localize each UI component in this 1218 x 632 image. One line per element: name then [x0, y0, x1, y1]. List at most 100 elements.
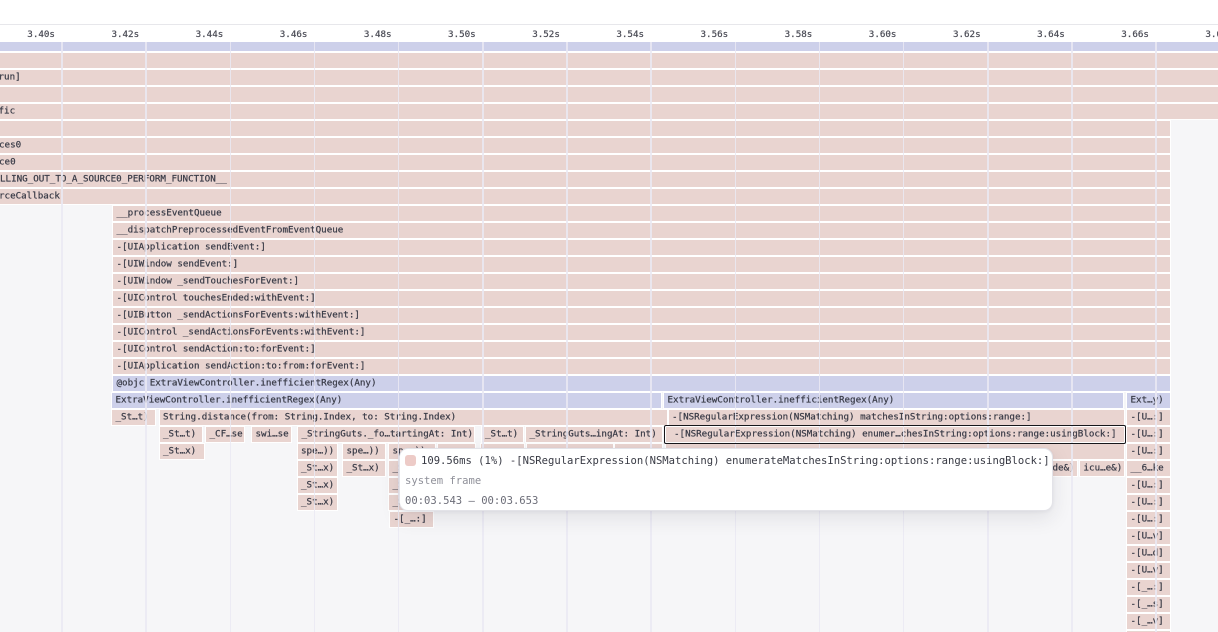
- flame-block[interactable]: -[U…:]: [1127, 427, 1170, 442]
- flame-block[interactable]: -[UIWindow _sendTouchesForEvent:]: [113, 274, 1170, 289]
- time-tick-label: 3.52s: [532, 29, 560, 41]
- flame-block-label: _St…x): [347, 463, 380, 474]
- time-tick-label: 3.54s: [616, 29, 644, 41]
- flame-block[interactable]: -[_…s]: [1127, 597, 1170, 612]
- flame-block-label: -[_…:]: [1131, 582, 1164, 593]
- flame-block[interactable]: -[_…:]: [1127, 580, 1170, 595]
- flame-block-label: _St…x): [163, 446, 196, 457]
- flame-block-label: -[_…v]: [1131, 616, 1164, 627]
- flame-block[interactable]: run]: [0, 70, 1218, 85]
- flame-block[interactable]: rceCallback: [0, 189, 1170, 204]
- flame-block[interactable]: [0, 42, 1218, 51]
- flame-block[interactable]: -[UIApplication sendEvent:]: [113, 240, 1170, 255]
- flame-block[interactable]: icu…e&): [1080, 461, 1124, 476]
- color-chip-icon: [405, 455, 416, 466]
- flame-block[interactable]: __6…ke: [1127, 461, 1170, 476]
- flame-block[interactable]: -[U…d]: [1127, 546, 1170, 561]
- flame-block[interactable]: -[U…:]: [1127, 410, 1170, 425]
- flame-block[interactable]: -[UIWindow sendEvent:]: [113, 257, 1170, 272]
- flame-block[interactable]: _StringGuts._fo…tartingAt: Int): [298, 427, 474, 442]
- flame-block-label: -[_…s]: [1131, 599, 1164, 610]
- flame-block[interactable]: @objc ExtraViewController.inefficientReg…: [113, 376, 1170, 391]
- flame-block[interactable]: -[U…v]: [1127, 563, 1170, 578]
- flame-block[interactable]: Ext…y): [1127, 393, 1170, 408]
- flame-block[interactable]: -[U…:]: [1127, 512, 1170, 527]
- time-tick-label: 3.56s: [701, 29, 729, 41]
- flame-block[interactable]: ce0: [0, 155, 1170, 170]
- tooltip-frame-type: system frame: [405, 471, 1042, 491]
- flame-block[interactable]: -[UIControl sendAction:to:forEvent:]: [113, 342, 1170, 357]
- flame-block[interactable]: String.distance(from: String.Index, to: …: [160, 410, 667, 425]
- flame-block-label: -[U…:]: [1131, 429, 1164, 440]
- flame-block[interactable]: -[NSRegularExpression(NSMatching) matche…: [669, 410, 1124, 425]
- flame-block[interactable]: _CF…se: [206, 427, 244, 442]
- flame-block-label: __dispatchPreprocessedEventFromEventQueu…: [117, 225, 344, 236]
- flame-block[interactable]: _St…t): [112, 410, 155, 425]
- flame-block-label: _St…x): [301, 497, 334, 508]
- flame-block[interactable]: spe…)): [343, 444, 385, 459]
- flame-block[interactable]: spe…)): [298, 444, 337, 459]
- tooltip-time-range: 00:03.543 — 00:03.653: [405, 491, 1042, 511]
- flame-block[interactable]: [0, 87, 1218, 102]
- flame-block[interactable]: ces0: [0, 138, 1170, 153]
- flame-block[interactable]: [0, 121, 1170, 136]
- flame-block[interactable]: _St…x): [298, 478, 337, 493]
- flame-block-label: -[_…:]: [394, 514, 427, 525]
- flame-block[interactable]: _St…t): [160, 427, 202, 442]
- flame-block-label: __processEventQueue: [117, 208, 222, 219]
- tooltip: 109.56ms (1%) -[NSRegularExpression(NSMa…: [399, 448, 1054, 511]
- flame-block-label: -[NSRegularExpression(NSMatching) enumer…: [674, 429, 1117, 440]
- flame-block-label: ExtraViewController.inefficientRegex(Any…: [668, 395, 895, 406]
- flame-block[interactable]: LLING_OUT_TO_A_SOURCE0_PERFORM_FUNCTION_…: [0, 172, 1170, 187]
- time-tick-label: 3.64s: [1037, 29, 1065, 41]
- flame-block[interactable]: -[U…v]: [1127, 529, 1170, 544]
- flame-chart-canvas[interactable]: run] fic ces0 ce0 LLING_OUT_TO_A_SOURCE0_PER…: [0, 42, 1218, 632]
- flame-block-label: -[U…:]: [1131, 412, 1164, 423]
- time-tick-label: 3.48s: [364, 29, 392, 41]
- flame-block-label: -[UIApplication sendAction:to:from:forEv…: [117, 361, 366, 372]
- flame-block[interactable]: ExtraViewController.inefficientRegex(Any…: [112, 393, 661, 408]
- flame-block[interactable]: ExtraViewController.inefficientRegex(Any…: [664, 393, 1123, 408]
- flame-block-label: -[U…:]: [1131, 446, 1164, 457]
- flame-block[interactable]: -[U…:]: [1127, 478, 1170, 493]
- flame-block[interactable]: _St…x): [343, 461, 385, 476]
- flame-block[interactable]: -[UIControl touchesEnded:withEvent:]: [113, 291, 1170, 306]
- time-tick-label: 3.44s: [196, 29, 224, 41]
- time-tick-label: 3.50s: [448, 29, 476, 41]
- flame-block[interactable]: _St…x): [160, 444, 204, 459]
- flame-block[interactable]: fic: [0, 104, 1218, 119]
- flame-block-label: -[UIButton _sendActionsForEvents:withEve…: [117, 310, 360, 321]
- flame-block[interactable]: -[_…:]: [390, 512, 433, 527]
- flame-block[interactable]: -[_…v]: [1127, 614, 1170, 629]
- time-tick-label: 3.62s: [953, 29, 981, 41]
- time-tick-label: 3.46s: [280, 29, 308, 41]
- selected-flame-block[interactable]: -[NSRegularExpression(NSMatching) enumer…: [666, 427, 1124, 442]
- flame-block-label: -[U…d]: [1131, 548, 1164, 559]
- flame-block[interactable]: [0, 53, 1218, 68]
- flame-block-label: LLING_OUT_TO_A_SOURCE0_PERFORM_FUNCTION_…: [0, 174, 227, 185]
- flame-block[interactable]: _St…x): [298, 461, 337, 476]
- flame-block-label: spe…)): [301, 446, 334, 457]
- flame-block[interactable]: -[UIButton _sendActionsForEvents:withEve…: [113, 308, 1170, 323]
- flame-block-label: -[UIControl sendAction:to:forEvent:]: [117, 344, 316, 355]
- flame-block[interactable]: -[U…:]: [1127, 444, 1170, 459]
- tooltip-summary-line: 109.56ms (1%) -[NSRegularExpression(NSMa…: [405, 451, 1042, 471]
- time-tick-label: 3.66s: [1121, 29, 1149, 41]
- flame-block[interactable]: swi…se: [252, 427, 291, 442]
- flame-block[interactable]: _St…x): [298, 495, 337, 510]
- time-ruler[interactable]: 3.40s3.42s3.44s3.46s3.48s3.50s3.52s3.54s…: [0, 26, 1218, 42]
- flame-block-label: ces0: [0, 140, 21, 151]
- flame-block[interactable]: __dispatchPreprocessedEventFromEventQueu…: [113, 223, 1170, 238]
- flame-block[interactable]: _St…t): [482, 427, 524, 442]
- flame-block-label: -[U…:]: [1131, 497, 1164, 508]
- time-tick-label: 3.60s: [869, 29, 897, 41]
- flame-block[interactable]: _StringGuts…ingAt: Int): [526, 427, 662, 442]
- flame-block[interactable]: -[U…:]: [1127, 495, 1170, 510]
- flame-block-label: ce0: [0, 157, 16, 168]
- flame-block-label: _St…t): [163, 429, 196, 440]
- time-tick-label: 3.58s: [785, 29, 813, 41]
- flame-block-label: -[UIWindow sendEvent:]: [117, 259, 239, 270]
- flame-block[interactable]: -[UIControl _sendActionsForEvents:withEv…: [113, 325, 1170, 340]
- flame-block[interactable]: __processEventQueue: [113, 206, 1170, 221]
- flame-block[interactable]: -[UIApplication sendAction:to:from:forEv…: [113, 359, 1170, 374]
